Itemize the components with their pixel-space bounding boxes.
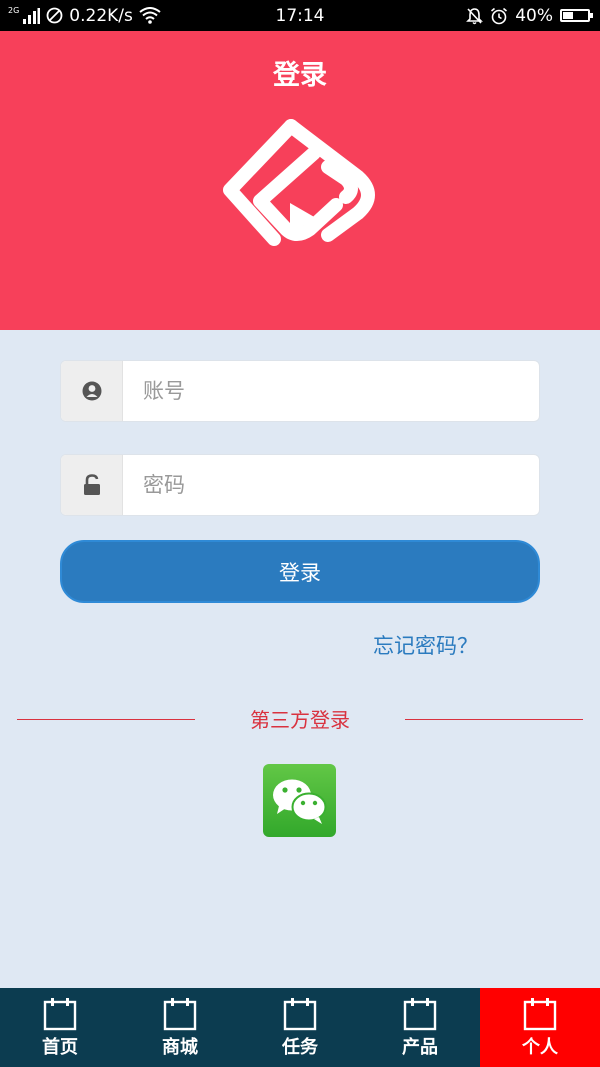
alarm-icon xyxy=(491,7,508,24)
app-logo xyxy=(223,119,375,246)
clock: 17:14 xyxy=(275,5,325,26)
account-input[interactable] xyxy=(123,361,539,421)
login-button[interactable]: 登录 xyxy=(60,540,540,603)
tab-home[interactable]: 首页 xyxy=(0,988,120,1067)
account-field xyxy=(60,360,540,422)
calendar-icon xyxy=(163,998,197,1031)
tab-tasks[interactable]: 任务 xyxy=(240,988,360,1067)
mute-bell-icon xyxy=(466,7,484,24)
password-input[interactable] xyxy=(123,455,539,515)
forgot-password-link[interactable]: 忘记密码？ xyxy=(373,630,478,660)
calendar-icon xyxy=(523,998,557,1031)
tab-profile-label: 个人 xyxy=(522,1037,558,1058)
calendar-icon xyxy=(283,998,317,1031)
page-title: 登录 xyxy=(273,60,327,91)
user-icon xyxy=(82,381,101,401)
tab-products-label: 产品 xyxy=(402,1037,438,1058)
unlock-icon xyxy=(83,474,100,495)
wechat-login-button[interactable] xyxy=(263,764,336,837)
calendar-icon xyxy=(403,998,437,1031)
calendar-icon xyxy=(43,998,77,1031)
password-field xyxy=(60,454,540,516)
battery-percent: 40% xyxy=(515,5,553,26)
tab-products[interactable]: 产品 xyxy=(360,988,480,1067)
tab-tasks-label: 任务 xyxy=(282,1037,318,1058)
tab-profile[interactable]: 个人 xyxy=(480,988,600,1067)
battery-icon xyxy=(560,9,593,22)
tab-home-label: 首页 xyxy=(42,1037,78,1058)
third-party-label: 第三方登录 xyxy=(250,708,350,732)
header: 登录 xyxy=(0,31,600,330)
battery-fill xyxy=(563,12,573,19)
wechat-icon xyxy=(272,779,326,824)
status-bar: 2G 0.22K/s 17:14 40% xyxy=(0,0,600,31)
tab-bar: 首页 商城 任务 产品 个人 xyxy=(0,988,600,1067)
status-right: 40% xyxy=(466,0,593,31)
account-addon xyxy=(61,361,123,421)
password-addon xyxy=(61,455,123,515)
tab-mall-label: 商城 xyxy=(162,1037,198,1058)
tab-mall[interactable]: 商城 xyxy=(120,988,240,1067)
